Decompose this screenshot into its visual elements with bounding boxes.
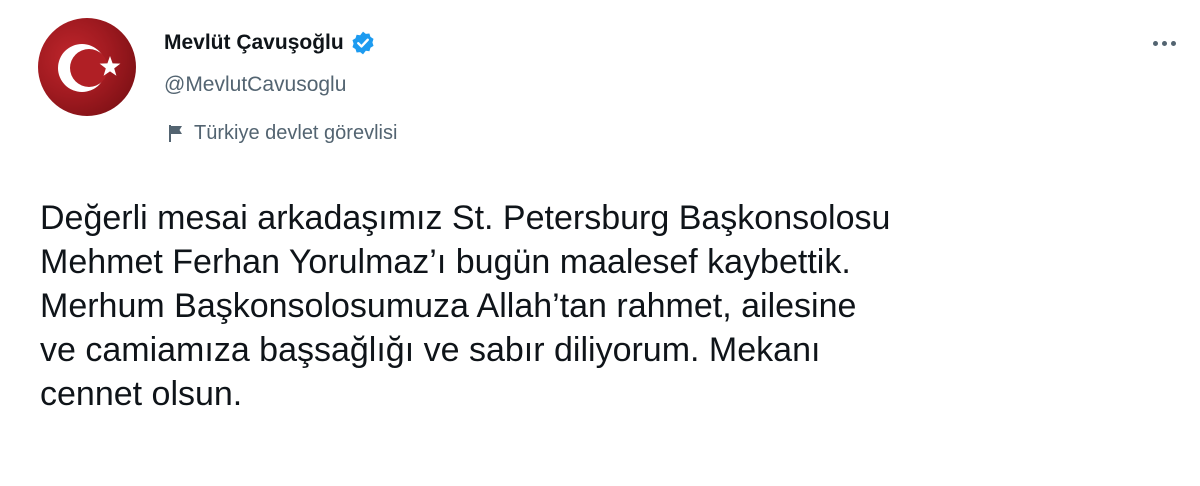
turkish-flag-icon xyxy=(58,44,121,92)
dot xyxy=(1161,40,1167,46)
verified-badge-icon xyxy=(352,31,374,55)
government-label: Türkiye devlet görevlisi xyxy=(166,120,397,146)
more-options-icon[interactable] xyxy=(1142,26,1186,60)
tweet-text: Değerli mesai arkadaşımız St. Petersburg… xyxy=(40,196,1170,416)
tweet-line: Değerli mesai arkadaşımız St. Petersburg… xyxy=(40,199,891,237)
dot xyxy=(1152,40,1158,46)
tweet-line: Merhum Başkonsolosumuza Allah’tan rahmet… xyxy=(40,287,857,325)
flag-icon xyxy=(169,125,182,142)
tweet-line: cennet olsun. xyxy=(40,375,243,413)
tweet-line: ve camiamıza başsağlığı ve sabır diliyor… xyxy=(40,331,821,369)
government-label-text: Türkiye devlet görevlisi xyxy=(194,122,398,144)
display-name-text: Mevlüt Çavuşoğlu xyxy=(164,31,344,54)
tweet-line: Mehmet Ferhan Yorulmaz’ı bugün maalesef … xyxy=(40,243,851,281)
author-handle[interactable]: @MevlutCavusoglu xyxy=(164,72,346,98)
author-display-name[interactable]: Mevlüt Çavuşoğlu xyxy=(164,30,376,56)
author-avatar[interactable] xyxy=(38,18,136,116)
dot xyxy=(1170,40,1176,46)
